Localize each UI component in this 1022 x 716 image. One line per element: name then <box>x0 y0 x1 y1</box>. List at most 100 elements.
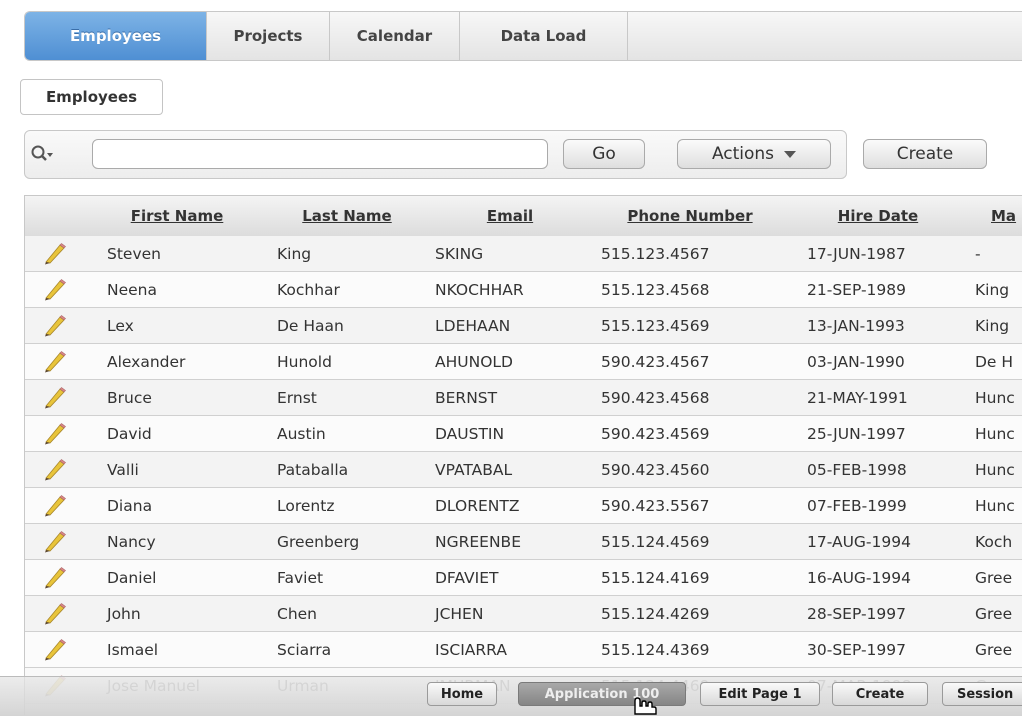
search-icon[interactable] <box>30 144 54 164</box>
edit-pencil-icon[interactable] <box>41 567 67 589</box>
table-cell-phone-number: 515.123.4569 <box>601 317 710 335</box>
table-cell-first-name: Alexander <box>107 353 186 371</box>
table-cell-phone-number: 515.124.4269 <box>601 605 710 623</box>
table-cell-last-name: Lorentz <box>277 497 335 515</box>
edit-pencil-icon[interactable] <box>41 603 67 625</box>
table-cell-first-name: Bruce <box>107 389 152 407</box>
table-cell-phone-number: 515.123.4567 <box>601 245 710 263</box>
table-cell-last-name: Pataballa <box>277 461 349 479</box>
table-cell-hire-date: 16-AUG-1994 <box>807 569 911 587</box>
table-cell-manager: Gree <box>975 605 1013 623</box>
edit-pencil-icon[interactable] <box>41 423 67 445</box>
table-cell-last-name: De Haan <box>277 317 344 335</box>
edit-pencil-icon[interactable] <box>41 351 67 373</box>
table-cell-hire-date: 13-JAN-1993 <box>807 317 905 335</box>
table-cell-first-name: Neena <box>107 281 157 299</box>
tab-projects[interactable]: Projects <box>207 12 330 60</box>
table-cell-last-name: Faviet <box>277 569 324 587</box>
table-cell-manager: Gree <box>975 569 1013 587</box>
table-cell-hire-date: 21-SEP-1989 <box>807 281 906 299</box>
edit-pencil-icon[interactable] <box>41 639 67 661</box>
table-header: First Name Last Name Email Phone Number … <box>25 196 1022 237</box>
table-row: John Chen JCHEN 515.124.4269 28-SEP-1997 Gree <box>25 596 1022 632</box>
dev-edit-page-button[interactable]: Edit Page 1 <box>700 682 820 706</box>
table-cell-first-name: Valli <box>107 461 139 479</box>
table-row: Alexander Hunold AHUNOLD 590.423.4567 03-JAN… <box>25 344 1022 380</box>
table-cell-phone-number: 590.423.4569 <box>601 425 710 443</box>
edit-pencil-icon[interactable] <box>41 387 67 409</box>
table-cell-email: VPATABAL <box>435 461 513 479</box>
table-cell-email: LDEHAAN <box>435 317 511 335</box>
table-cell-phone-number: 515.124.4169 <box>601 569 710 587</box>
table-cell-phone-number: 590.423.4560 <box>601 461 710 479</box>
region-title-employees[interactable]: Employees <box>20 79 163 115</box>
table-row: Valli Pataballa VPATABAL 590.423.4560 05-FEB… <box>25 452 1022 488</box>
tab-data-load[interactable]: Data Load <box>460 12 628 60</box>
table-cell-email: NGREENBE <box>435 533 521 551</box>
edit-pencil-icon[interactable] <box>41 315 67 337</box>
edit-pencil-icon[interactable] <box>41 495 67 517</box>
create-button[interactable]: Create <box>863 139 987 169</box>
table-cell-email: DAUSTIN <box>435 425 505 443</box>
table-row: Ismael Sciarra ISCIARRA 515.124.4369 30-SEP-… <box>25 632 1022 668</box>
table-cell-email: DLORENTZ <box>435 497 520 515</box>
table-cell-first-name: Diana <box>107 497 153 515</box>
table-row: David Austin DAUSTIN 590.423.4569 25-JUN-199… <box>25 416 1022 452</box>
table-row: Diana Lorentz DLORENTZ 590.423.5567 07-FEB-1… <box>25 488 1022 524</box>
table-cell-hire-date: 30-SEP-1997 <box>807 641 906 659</box>
column-header-manager[interactable]: Ma <box>991 196 1022 236</box>
edit-pencil-icon[interactable] <box>41 243 67 265</box>
tab-employees[interactable]: Employees <box>25 12 207 60</box>
table-cell-hire-date: 21-MAY-1991 <box>807 389 908 407</box>
table-cell-manager: King <box>975 317 1010 335</box>
table-cell-first-name: John <box>107 605 141 623</box>
table-cell-email: JCHEN <box>435 605 484 623</box>
table-cell-first-name: David <box>107 425 152 443</box>
table-cell-first-name: Nancy <box>107 533 156 551</box>
table-row: Neena Kochhar NKOCHHAR 515.123.4568 21-SEP-1… <box>25 272 1022 308</box>
table-cell-last-name: Ernst <box>277 389 317 407</box>
column-header-phone-number[interactable]: Phone Number <box>615 196 765 236</box>
table-cell-email: NKOCHHAR <box>435 281 524 299</box>
column-header-email[interactable]: Email <box>475 196 545 236</box>
table-cell-first-name: Lex <box>107 317 134 335</box>
dev-home-button[interactable]: Home <box>427 682 497 706</box>
actions-menu-button[interactable]: Actions <box>677 139 831 169</box>
table-row: Nancy Greenberg NGREENBE 515.124.4569 17-AUG… <box>25 524 1022 560</box>
dev-create-button[interactable]: Create <box>832 682 928 706</box>
column-header-last-name[interactable]: Last Name <box>287 196 407 236</box>
table-cell-phone-number: 590.423.4568 <box>601 389 710 407</box>
table-cell-hire-date: 28-SEP-1997 <box>807 605 906 623</box>
main-tab-bar: Employees Projects Calendar Data Load <box>24 11 1022 61</box>
table-cell-phone-number: 590.423.5567 <box>601 497 710 515</box>
dev-session-button[interactable]: Session <box>942 682 1022 706</box>
table-cell-first-name: Daniel <box>107 569 157 587</box>
table-cell-manager: Hunc <box>975 425 1015 443</box>
column-header-first-name[interactable]: First Name <box>117 196 237 236</box>
go-button[interactable]: Go <box>563 139 645 169</box>
table-cell-phone-number: 515.124.4569 <box>601 533 710 551</box>
actions-label: Actions <box>711 144 775 164</box>
table-cell-phone-number: 590.423.4567 <box>601 353 710 371</box>
table-cell-email: ISCIARRA <box>435 641 507 659</box>
table-cell-manager: Koch <box>975 533 1013 551</box>
employees-report-table: First Name Last Name Email Phone Number … <box>24 195 1022 715</box>
table-cell-email: DFAVIET <box>435 569 499 587</box>
table-cell-phone-number: 515.123.4568 <box>601 281 710 299</box>
table-cell-manager: King <box>975 281 1010 299</box>
table-cell-manager: De H <box>975 353 1014 371</box>
table-cell-last-name: Chen <box>277 605 318 623</box>
edit-pencil-icon[interactable] <box>41 459 67 481</box>
search-input[interactable] <box>92 139 548 169</box>
edit-pencil-icon[interactable] <box>41 279 67 301</box>
table-cell-hire-date: 25-JUN-1997 <box>807 425 906 443</box>
table-cell-first-name: Steven <box>107 245 161 263</box>
table-row: Lex De Haan LDEHAAN 515.123.4569 13-JAN-1993… <box>25 308 1022 344</box>
edit-pencil-icon[interactable] <box>41 531 67 553</box>
table-cell-last-name: Austin <box>277 425 326 443</box>
table-cell-first-name: Ismael <box>107 641 159 659</box>
column-header-hire-date[interactable]: Hire Date <box>823 196 933 236</box>
table-cell-last-name: Sciarra <box>277 641 332 659</box>
tab-calendar[interactable]: Calendar <box>330 12 460 60</box>
table-cell-last-name: Hunold <box>277 353 332 371</box>
